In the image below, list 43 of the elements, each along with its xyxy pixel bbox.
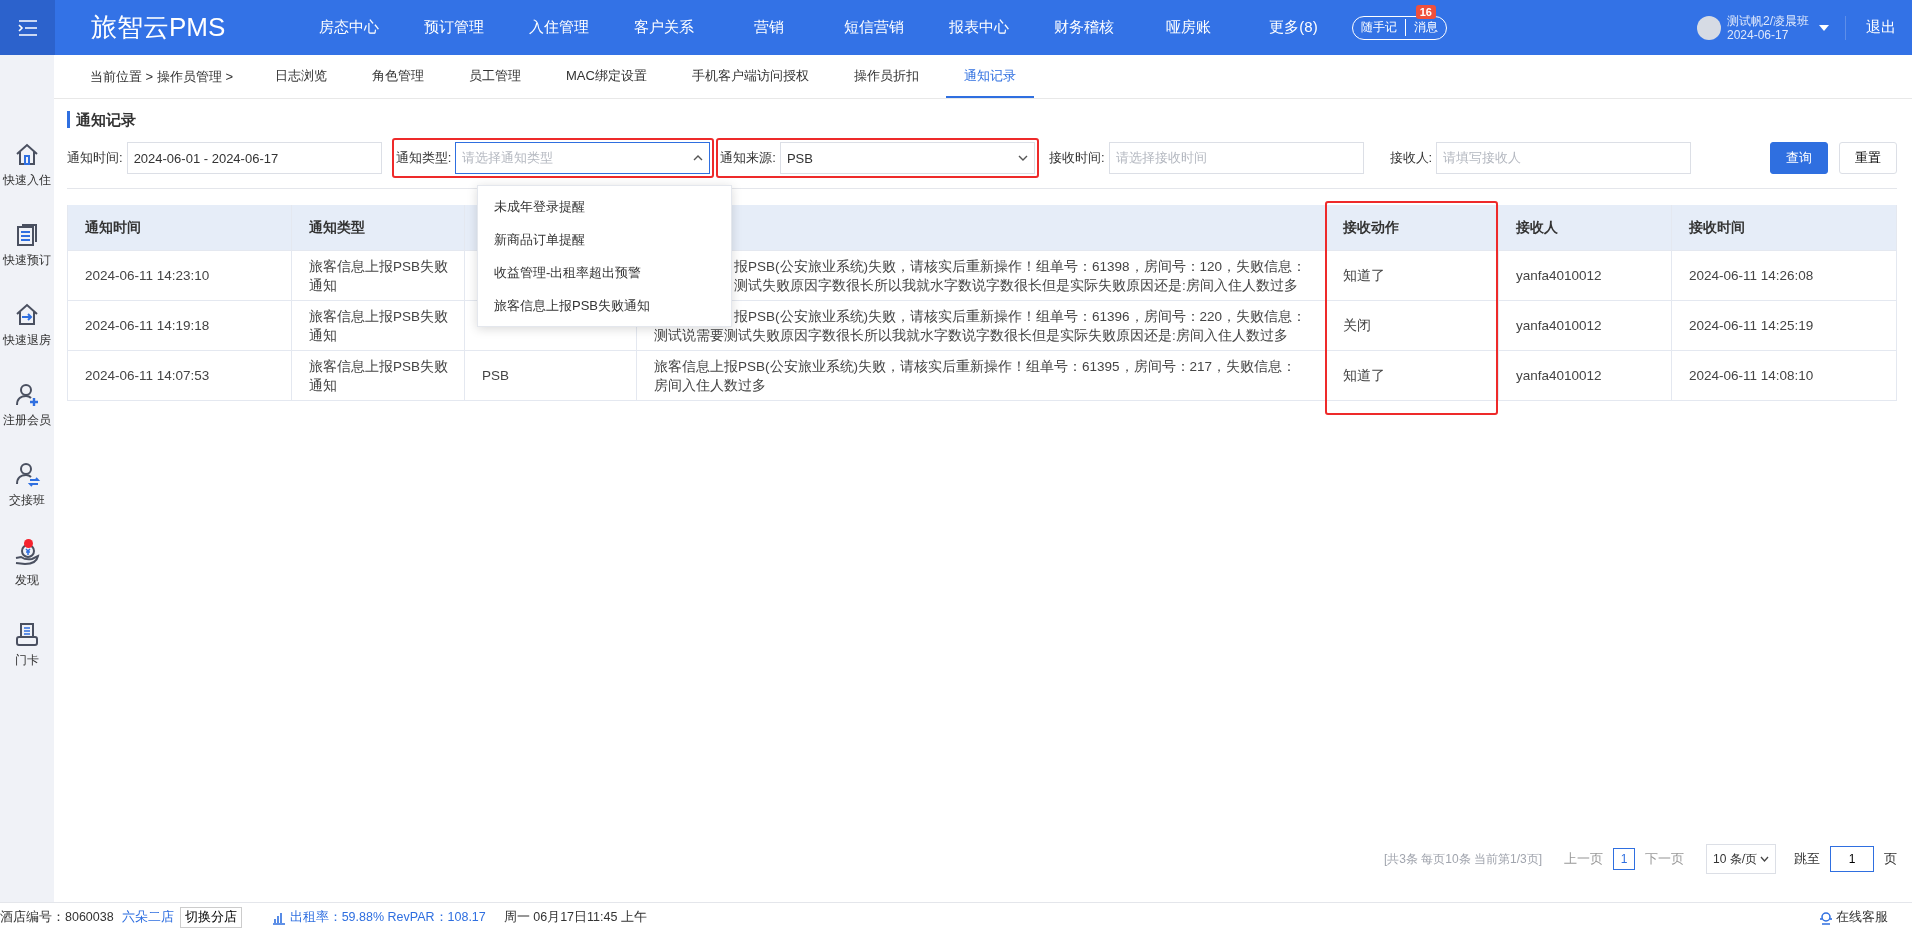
table-cell: yanfa4010012: [1499, 251, 1672, 300]
column-header: 接收时间: [1672, 205, 1897, 250]
table-cell: 2024-06-11 14:26:08: [1672, 251, 1897, 300]
jump-label: 跳至: [1794, 850, 1820, 868]
message-text: 测试失败原因字数很长所以我就水字数说字数很长但是实际失败原因还是:房间入住人数过多: [733, 276, 1298, 295]
table-cell: 2024-06-11 14:25:19: [1672, 301, 1897, 350]
table-cell: yanfa4010012: [1499, 301, 1672, 350]
table-cell: 2024-06-11 14:08:10: [1672, 351, 1897, 400]
table-cell: 2024-06-11 14:23:10: [68, 251, 292, 300]
message-text: 测试说需要测试失败原因字数很长所以我就水字数说字数很长但是实际失败原因还是:房间入住人数过多: [654, 326, 1288, 345]
column-header: 通知时间: [68, 205, 292, 250]
column-header: 通知类型: [292, 205, 465, 250]
filter-label: 接收时间:: [1048, 149, 1105, 167]
hotel-number: 酒店编号：8060038: [0, 909, 114, 926]
page-summary: [共3条 每页10条 当前第1/3页]: [1383, 850, 1542, 868]
table-cell: 旅客信息上报PSB失败通知: [292, 251, 465, 300]
table-cell: 关闭: [1326, 301, 1499, 350]
filter-label: 通知时间:: [67, 149, 123, 167]
page-title: 通知记录: [67, 111, 136, 128]
filter-label: 接收人:: [1389, 149, 1433, 167]
message-text: 报PSB(公安旅业系统)失败，请核实后重新操作！组单号：61398，房间号：120，失败信息：: [733, 257, 1307, 276]
page-unit: 页: [1884, 850, 1897, 868]
filter-label: 通知类型:: [395, 149, 452, 167]
table-cell: 旅客信息上报PSB失败通知: [292, 351, 465, 400]
user-name: 测试帆2/凌晨班: [1727, 13, 1809, 28]
user-date: 2024-06-17: [1727, 27, 1790, 42]
message-count-badge: 16: [1415, 4, 1436, 19]
message-text: 旅客信息上报PSB(公安旅业系统)失败，请核实后重新操作！组单号：61395，房间号：217，失败信息：房间入住人数过多: [654, 357, 1298, 395]
table-cell: 2024-06-11 14:19:18: [68, 301, 292, 350]
message-text: 报PSB(公安旅业系统)失败，请核实后重新操作！组单号：61396，房间号：220，失败信息：: [733, 307, 1307, 326]
column-header: 接收动作: [1326, 205, 1499, 250]
occupancy-text: 出租率：59.88% RevPAR：108.17: [289, 909, 486, 926]
app-logo: 旅智云PMS: [91, 11, 227, 44]
table-cell: 知道了: [1326, 251, 1499, 300]
column-header: 接收人: [1499, 205, 1672, 250]
table-cell: yanfa4010012: [1499, 351, 1672, 400]
date-time: 周一 06月17日11:45 上午: [503, 909, 647, 926]
table-cell: 旅客信息上报PSB失败通知: [292, 301, 465, 350]
table-cell: 2024-06-11 14:07:53: [68, 351, 292, 400]
breadcrumb: 当前位置 > 操作员管理 >: [90, 67, 235, 86]
filter-label: 通知来源:: [720, 149, 776, 167]
table-cell: PSB: [465, 351, 637, 400]
table-cell: 知道了: [1326, 351, 1499, 400]
